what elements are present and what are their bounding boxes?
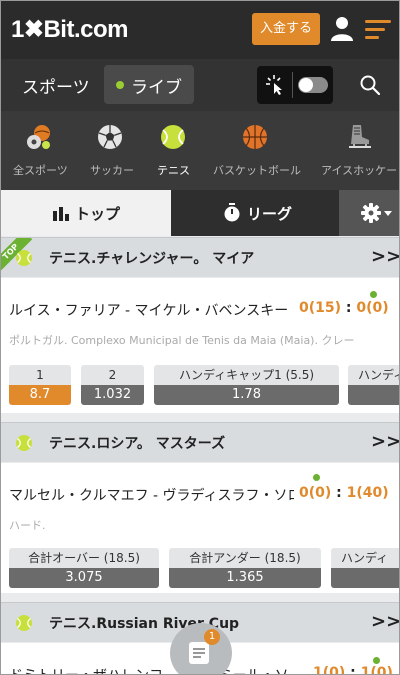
match-card[interactable]: ルイス・ファリア - マイケル・バベンスキー 0(15) : 0(0) ポルトガ…: [1, 278, 399, 413]
tennis-ball-icon: [16, 435, 32, 451]
odds-value: 1.032: [81, 385, 144, 405]
app-frame: 1✖Bit.com 入金する スポーツ ライブ 全スポーツ サッカー テニス バ…: [0, 0, 400, 675]
odds-label: 合計オーバー (18.5): [9, 548, 159, 568]
one-click-cursor-icon: [266, 75, 282, 95]
serve-indicator-icon: [313, 474, 320, 481]
stopwatch-icon: [224, 203, 240, 222]
tab-top-label: トップ: [75, 205, 121, 223]
tab-league[interactable]: リーグ: [171, 190, 339, 236]
odds-label: 2: [81, 365, 144, 385]
tab-top[interactable]: トップ: [1, 190, 171, 236]
score-left: 0(0): [299, 485, 332, 501]
score-right: 1(40): [346, 485, 389, 501]
chevron-double-right-icon[interactable]: >>: [371, 246, 399, 267]
brand-logo[interactable]: 1✖Bit.com: [11, 15, 128, 44]
sport-label: テニス: [157, 164, 190, 177]
chevron-down-icon: [384, 211, 392, 216]
sports-strip: 全スポーツ サッカー テニス バスケットボール アイスホッケー: [1, 111, 399, 190]
odds-button[interactable]: 合計オーバー (18.5) 3.075: [9, 548, 159, 592]
basketball-icon: [243, 125, 267, 149]
sport-basketball[interactable]: バスケットボール: [201, 111, 309, 190]
tab-live[interactable]: ライブ: [104, 65, 194, 104]
chevron-double-right-icon[interactable]: >>: [371, 611, 399, 632]
serve-indicator-icon: [370, 291, 377, 298]
league-title: テニス.チャレンジャー。 マイア: [49, 251, 255, 267]
score-left: 1(0): [313, 665, 346, 675]
deposit-button[interactable]: 入金する: [252, 13, 320, 45]
toggle-divider: [292, 72, 293, 98]
mode-bar: スポーツ ライブ: [1, 59, 399, 111]
live-label: ライブ: [131, 78, 182, 98]
tennis-ball-icon: [16, 615, 32, 631]
score-separator: :: [331, 485, 347, 501]
ice-skate-icon: [349, 125, 371, 148]
league-title: テニス.ロシア。 マスターズ: [49, 436, 226, 452]
sport-all[interactable]: 全スポーツ: [1, 111, 77, 190]
tab-league-label: リーグ: [247, 205, 293, 223]
bet-slip-icon: [189, 642, 209, 664]
sport-label: 全スポーツ: [13, 164, 68, 177]
odds-button[interactable]: 1 8.7: [9, 365, 71, 409]
odds-label: ハンディ: [331, 548, 399, 568]
menu-icon[interactable]: [365, 19, 391, 41]
tennis-ball-icon: [16, 250, 32, 266]
match-teams: ルイス・ファリア - マイケル・バベンスキー: [9, 303, 289, 319]
odds-button[interactable]: ハンディ: [331, 548, 399, 592]
sport-label: サッカー: [90, 164, 134, 177]
sport-label: バスケットボール: [213, 164, 301, 177]
bet-slip-button[interactable]: 1: [170, 623, 232, 674]
odds-value: [348, 385, 399, 405]
score-separator: :: [341, 300, 357, 316]
sport-label: アイスホッケー: [321, 164, 398, 177]
top-bar: 1✖Bit.com 入金する: [1, 1, 399, 59]
match-teams: ドミトリー・ザハレンコ - ウラジミール・ソ: [9, 665, 299, 674]
sport-soccer[interactable]: サッカー: [77, 111, 143, 190]
odds-button[interactable]: ハンディキャップ1 (5.5) 1.78: [154, 365, 339, 409]
match-card[interactable]: マルセル・クルマエフ - ヴラディスラフ・ソロー 0(0) : 1(40) ハー…: [1, 463, 399, 593]
odds-value: 1.365: [169, 568, 321, 588]
sport-ice-hockey[interactable]: アイスホッケー: [309, 111, 399, 190]
soccer-ball-icon: [98, 125, 122, 149]
score-right: 1(0): [360, 665, 393, 675]
bar-chart-icon: [53, 207, 69, 221]
tab-sports[interactable]: スポーツ: [22, 73, 90, 98]
odds-label: ハンディ: [348, 365, 399, 385]
odds-label: ハンディキャップ1 (5.5): [154, 365, 339, 385]
toggle-knob: [299, 78, 313, 92]
gear-icon: [361, 203, 381, 223]
odds-label: 合計アンダー (18.5): [169, 548, 321, 568]
match-teams: マルセル・クルマエフ - ヴラディスラフ・ソロー: [9, 488, 294, 504]
search-icon[interactable]: [360, 75, 380, 95]
view-tabs: トップ リーグ: [1, 190, 399, 236]
settings-dropdown[interactable]: [339, 190, 399, 236]
user-icon[interactable]: [330, 16, 354, 42]
match-score: 1(0) : 1(0): [313, 665, 393, 675]
one-click-toggle[interactable]: [298, 77, 328, 93]
score-right: 0(0): [356, 300, 389, 316]
serve-indicator-icon: [373, 657, 380, 664]
match-venue: ポルトガル. Complexo Municipal de Tenis da Ma…: [9, 334, 355, 347]
odds-value: 8.7: [9, 385, 71, 405]
score-separator: :: [345, 665, 361, 675]
odds-value: 1.78: [154, 385, 339, 405]
tennis-ball-icon: [161, 125, 185, 149]
odds-button[interactable]: ハンディ: [348, 365, 399, 409]
live-dot-icon: [116, 81, 124, 89]
odds-label: 1: [9, 365, 71, 385]
league-header[interactable]: テニス.ロシア。 マスターズ >>: [1, 422, 399, 462]
odds-value: [331, 568, 399, 588]
match-score: 0(15) : 0(0): [299, 300, 389, 316]
league-header[interactable]: TOP テニス.チャレンジャー。 マイア >>: [1, 237, 399, 277]
sport-tennis[interactable]: テニス: [143, 111, 201, 190]
odds-button[interactable]: 合計アンダー (18.5) 1.365: [169, 548, 321, 592]
score-left: 0(15): [299, 300, 342, 316]
all-sports-icon: [27, 125, 50, 149]
chevron-double-right-icon[interactable]: >>: [371, 431, 399, 452]
odds-value: 3.075: [9, 568, 159, 588]
one-click-toggle-group: [257, 66, 333, 104]
bet-slip-count-badge: 1: [204, 629, 220, 645]
match-score: 0(0) : 1(40): [299, 485, 389, 501]
match-venue: ハード.: [9, 519, 46, 532]
odds-button[interactable]: 2 1.032: [81, 365, 144, 409]
